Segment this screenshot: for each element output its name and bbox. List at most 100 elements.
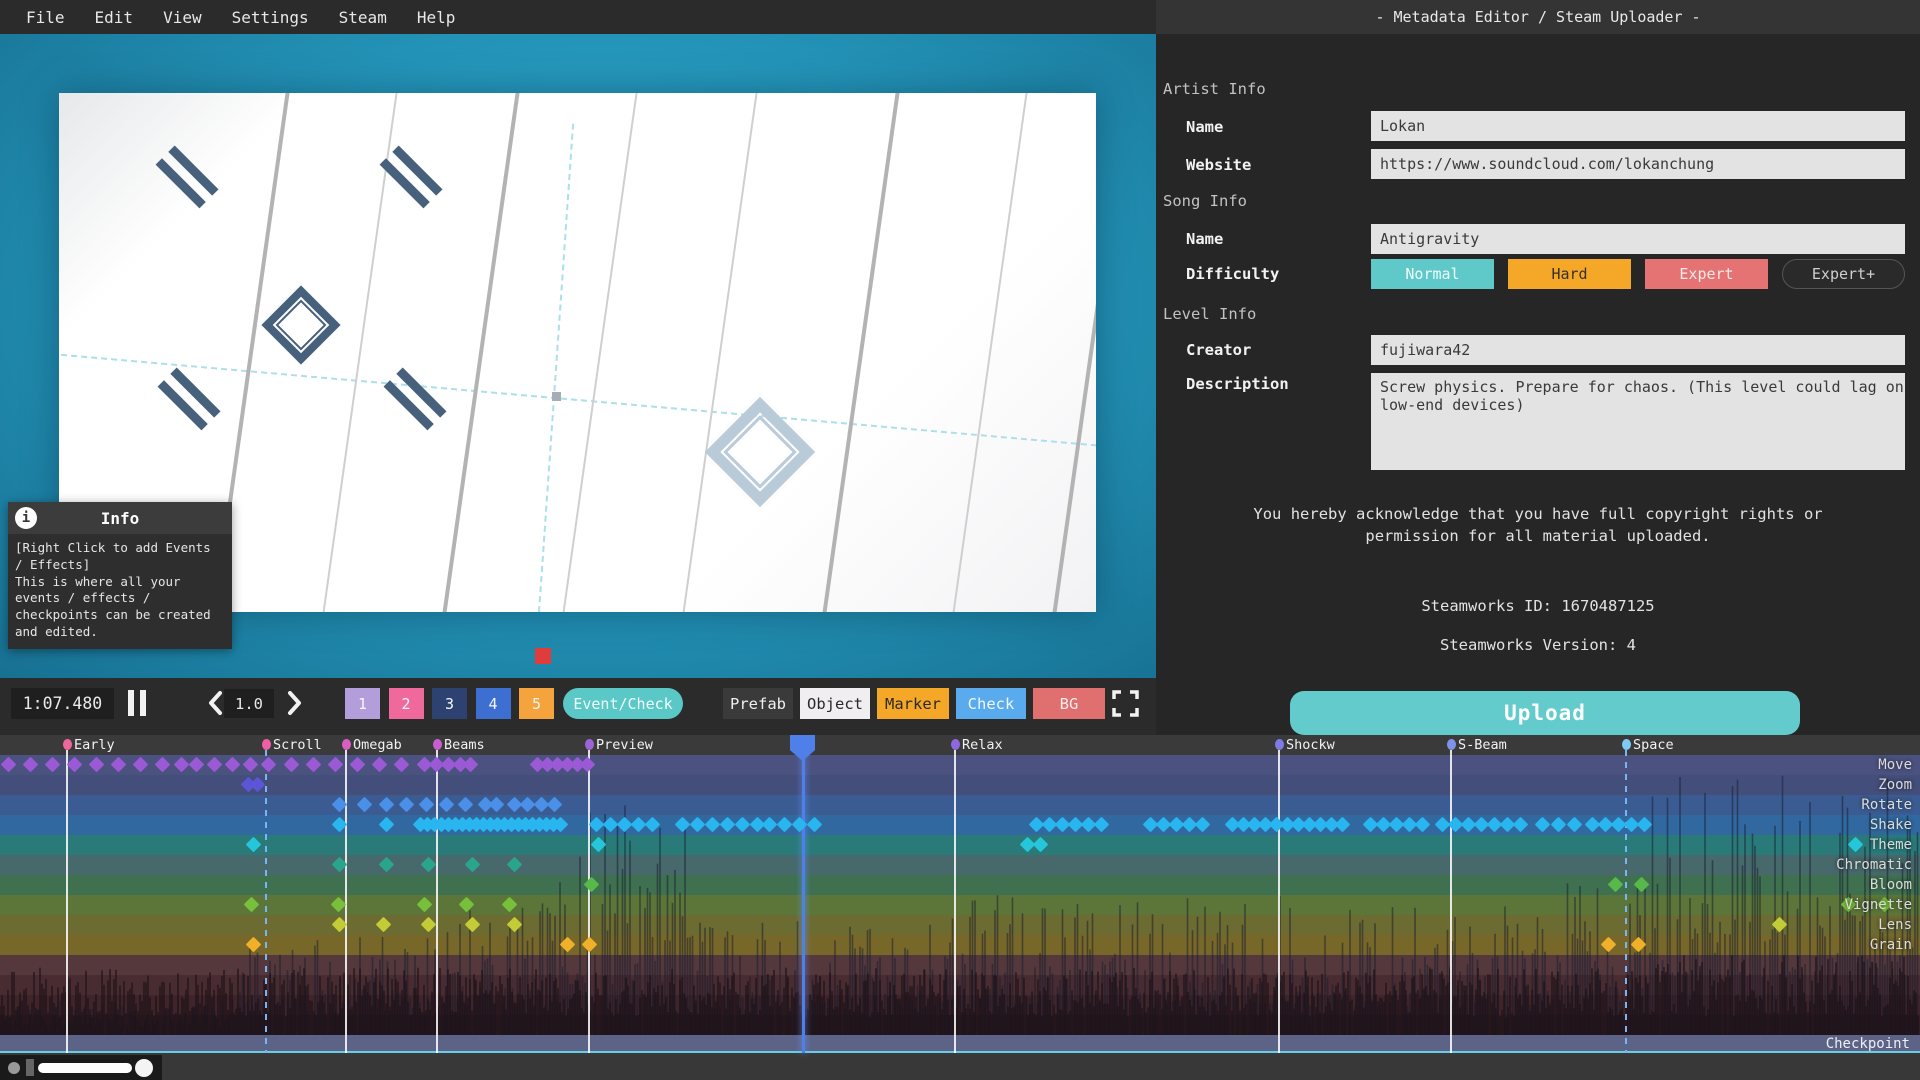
marker-label-relax: Relax	[962, 737, 1003, 753]
mode-button-prefab[interactable]: Prefab	[723, 688, 793, 719]
track-label-rotate: Rotate	[1712, 795, 1912, 815]
marker-dot-s-beam[interactable]	[1447, 739, 1456, 750]
marker-line-early	[66, 750, 68, 1053]
zoom-out-dot[interactable]	[8, 1062, 20, 1074]
timeline-zoom-slider[interactable]	[0, 1055, 162, 1080]
info-tooltip-body: [Right Click to add Events / Effects] Th…	[8, 534, 232, 649]
metadata-editor-header: - Metadata Editor / Steam Uploader -	[1156, 0, 1920, 34]
playhead-line	[802, 753, 805, 1053]
difficulty-normal[interactable]: Normal	[1371, 259, 1494, 289]
fullscreen-icon[interactable]	[1112, 690, 1139, 717]
pause-icon[interactable]	[128, 690, 134, 716]
marker-line-beams	[436, 750, 438, 1053]
speed-up-button[interactable]	[282, 688, 306, 718]
description-field[interactable]: Screw physics. Prepare for chaos. (This …	[1371, 373, 1905, 470]
checkpoint-label: Checkpoint	[1826, 1035, 1910, 1053]
layer-button-2[interactable]: 2	[389, 688, 424, 719]
grid-line	[944, 93, 1035, 612]
event-timeline[interactable]: EarlyScrollOmegabBeamsPreviewRelaxShockw…	[0, 735, 1920, 1080]
name-field[interactable]: Antigravity	[1371, 224, 1905, 254]
section-title-artist-info: Artist Info	[1163, 80, 1266, 98]
website-field[interactable]: https://www.soundcloud.com/lokanchung	[1371, 149, 1905, 179]
slash-bar	[380, 158, 430, 208]
layer-button-4[interactable]: 4	[476, 688, 511, 719]
diamond-object[interactable]	[261, 285, 340, 364]
label-creator: Creator	[1186, 341, 1251, 359]
track-label-grain: Grain	[1712, 935, 1912, 955]
marker-label-shockw: Shockw	[1286, 737, 1335, 753]
marker-dot-omegab[interactable]	[342, 739, 351, 750]
time-display: 1:07.480	[11, 688, 114, 719]
label-name: Name	[1186, 230, 1223, 248]
marker-line-omegab	[345, 750, 347, 1053]
difficulty-hard[interactable]: Hard	[1508, 259, 1631, 289]
menu-item-file[interactable]: File	[14, 4, 77, 31]
timeline-marker-row[interactable]: EarlyScrollOmegabBeamsPreviewRelaxShockw…	[0, 735, 1920, 755]
creator-field[interactable]: fujiwara42	[1371, 335, 1905, 365]
mode-button-bg[interactable]: BG	[1033, 688, 1105, 719]
steamworks-id: Steamworks ID: 1670487125	[1156, 596, 1920, 618]
marker-label-omegab: Omegab	[353, 737, 402, 753]
difficulty-expert-plus[interactable]: Expert+	[1782, 259, 1905, 289]
mode-button-marker[interactable]: Marker	[877, 688, 949, 719]
playback-toolbar: 1:07.480 1.0 12345 Event/Check PrefabObj…	[0, 678, 1156, 735]
zoom-slider-track[interactable]	[38, 1063, 132, 1073]
marker-line-relax	[954, 750, 956, 1053]
timeline-bottom-bar	[0, 1055, 1920, 1080]
slash-bar	[168, 145, 218, 195]
marker-line-preview	[588, 750, 590, 1053]
checkpoint-track[interactable]: Checkpoint	[0, 1035, 1920, 1053]
marker-dot-beams[interactable]	[433, 739, 442, 750]
marker-label-s-beam: S-Beam	[1458, 737, 1507, 753]
marker-dot-early[interactable]	[63, 739, 72, 750]
marker-dot-preview[interactable]	[585, 739, 594, 750]
track-label-zoom: Zoom	[1712, 775, 1912, 795]
name-field[interactable]: Lokan	[1371, 111, 1905, 141]
marker-dot-scroll[interactable]	[262, 739, 271, 750]
label-description: Description	[1186, 375, 1289, 393]
layer-button-5[interactable]: 5	[519, 688, 554, 719]
metadata-panel: You hereby acknowledge that you have ful…	[1156, 34, 1920, 735]
upload-button[interactable]: Upload	[1290, 691, 1800, 735]
diamond-inner-ring	[723, 415, 797, 489]
guide-line-vertical	[536, 124, 574, 612]
pivot-marker	[552, 392, 561, 401]
mode-button-object[interactable]: Object	[800, 688, 870, 719]
section-title-level-info: Level Info	[1163, 305, 1256, 323]
event-check-button[interactable]: Event/Check	[563, 688, 683, 719]
double-slash-object[interactable]	[156, 368, 220, 432]
menu-item-view[interactable]: View	[151, 4, 214, 31]
double-slash-object[interactable]	[382, 368, 446, 432]
marker-dot-relax[interactable]	[951, 739, 960, 750]
info-icon: i	[15, 507, 37, 529]
menu-item-help[interactable]: Help	[405, 4, 468, 31]
marker-label-early: Early	[74, 737, 115, 753]
section-title-song-info: Song Info	[1163, 192, 1247, 210]
layer-button-1[interactable]: 1	[345, 688, 380, 719]
grid-line	[434, 93, 527, 612]
marker-dot-shockw[interactable]	[1275, 739, 1284, 750]
menu-item-settings[interactable]: Settings	[220, 4, 321, 31]
slash-bar	[396, 367, 446, 417]
marker-line-space	[1625, 750, 1627, 1053]
info-tooltip: i Info [Right Click to add Events / Effe…	[8, 502, 232, 649]
menu-item-steam[interactable]: Steam	[327, 4, 399, 31]
marker-line-s-beam	[1450, 750, 1452, 1053]
mode-button-check[interactable]: Check	[956, 688, 1026, 719]
double-slash-object[interactable]	[154, 146, 218, 210]
track-label-bloom: Bloom	[1712, 875, 1912, 895]
grid-line	[674, 93, 765, 612]
track-label-theme: Theme	[1712, 835, 1912, 855]
cursor-tile[interactable]	[535, 648, 551, 664]
slash-bar	[392, 145, 442, 195]
marker-dot-space[interactable]	[1622, 739, 1631, 750]
menu-item-edit[interactable]: Edit	[83, 4, 146, 31]
zoom-slider-handle[interactable]	[135, 1059, 153, 1077]
difficulty-expert[interactable]: Expert	[1645, 259, 1768, 289]
marker-label-space: Space	[1633, 737, 1674, 753]
pause-icon[interactable]	[140, 690, 146, 716]
speed-value: 1.0	[224, 689, 274, 718]
track-label-shake: Shake	[1712, 815, 1912, 835]
track-label-lens: Lens	[1712, 915, 1912, 935]
layer-button-3[interactable]: 3	[432, 688, 467, 719]
